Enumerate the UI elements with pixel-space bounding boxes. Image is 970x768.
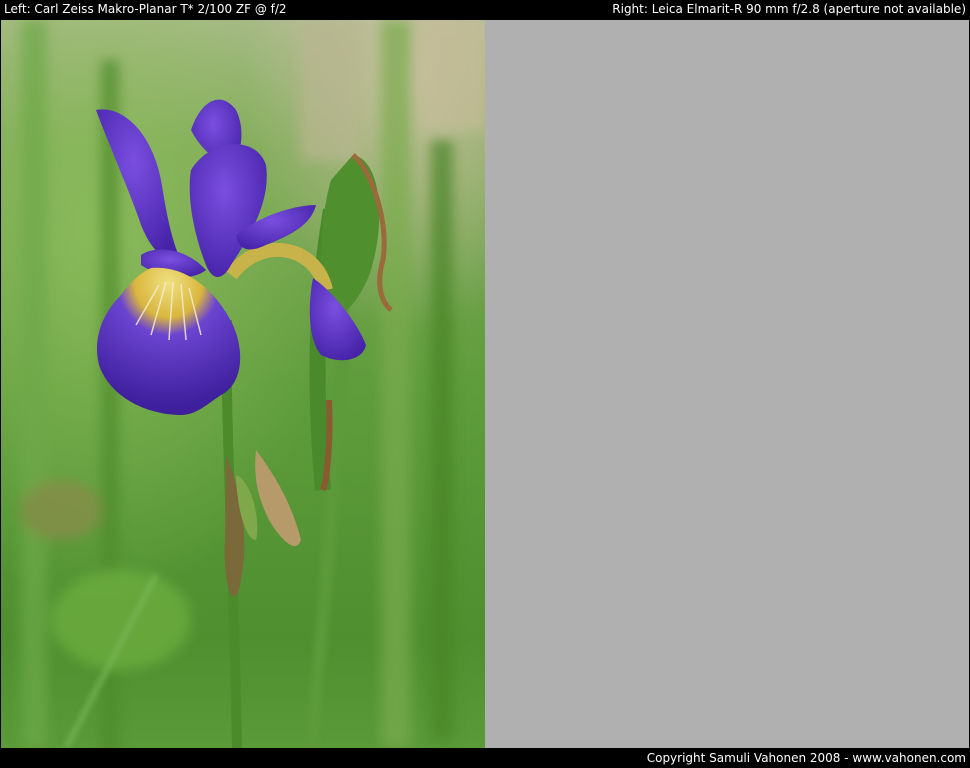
unavailable-image-placeholder [485,20,969,748]
left-lens-caption: Left: Carl Zeiss Makro-Planar T* 2/100 Z… [4,2,287,16]
iris-photo [1,20,485,748]
caption-bar: Left: Carl Zeiss Makro-Planar T* 2/100 Z… [0,0,970,20]
footer-bar: Copyright Samuli Vahonen 2008 - www.vaho… [0,748,970,768]
copyright-text: Copyright Samuli Vahonen 2008 - www.vaho… [646,751,966,765]
right-lens-caption: Right: Leica Elmarit-R 90 mm f/2.8 (aper… [612,2,966,16]
